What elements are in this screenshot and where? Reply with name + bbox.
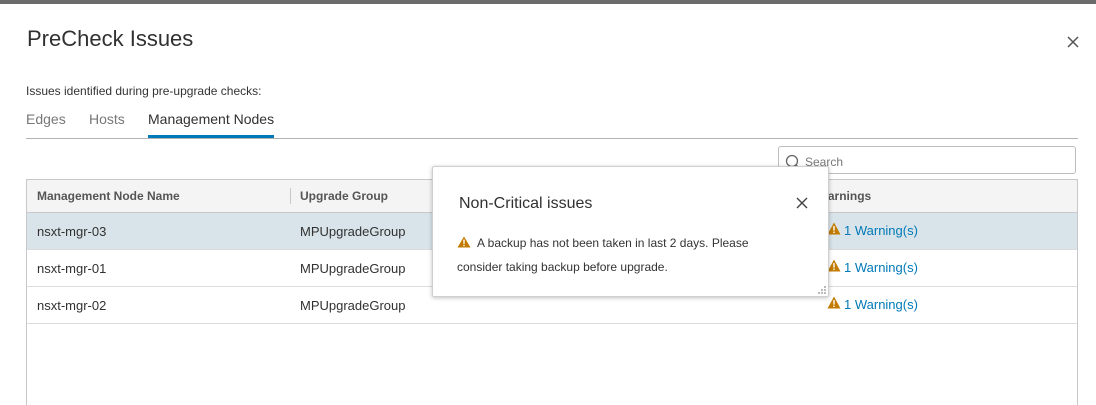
- search-input[interactable]: [803, 151, 1067, 173]
- column-header-upgrade-group[interactable]: Upgrade Group: [300, 189, 388, 203]
- tab-edges[interactable]: Edges: [26, 111, 66, 138]
- non-critical-issues-popover: Non-Critical issues A backup has not bee…: [432, 166, 829, 297]
- upgrade-group-cell: MPUpgradeGroup: [300, 261, 406, 276]
- upgrade-group-cell: MPUpgradeGroup: [300, 298, 406, 313]
- tab-bar: Edges Hosts Management Nodes: [26, 108, 1078, 139]
- warnings-link[interactable]: 1 Warning(s): [827, 259, 918, 275]
- node-name-cell: nsxt-mgr-02: [37, 298, 107, 313]
- close-popover-button[interactable]: [794, 195, 810, 211]
- resize-handle-icon[interactable]: [817, 285, 827, 295]
- popover-message-text: A backup has not been taken in last 2 da…: [457, 236, 749, 274]
- warnings-link[interactable]: 1 Warning(s): [827, 222, 918, 238]
- node-name-cell: nsxt-mgr-03: [37, 224, 107, 239]
- warning-icon: [827, 259, 841, 272]
- column-header-node-name[interactable]: Management Node Name: [37, 189, 180, 203]
- warnings-link-label: 1 Warning(s): [844, 297, 918, 312]
- tab-hosts[interactable]: Hosts: [89, 111, 125, 138]
- warnings-link[interactable]: 1 Warning(s): [827, 296, 918, 312]
- close-icon: [796, 197, 808, 209]
- upgrade-group-cell: MPUpgradeGroup: [300, 224, 406, 239]
- popover-title: Non-Critical issues: [459, 195, 593, 212]
- close-icon: [1067, 36, 1079, 48]
- tab-management-nodes[interactable]: Management Nodes: [148, 111, 275, 138]
- column-separator: [290, 188, 291, 204]
- dialog-title: PreCheck Issues: [27, 26, 194, 51]
- warnings-link-label: 1 Warning(s): [844, 260, 918, 275]
- popover-message: A backup has not been taken in last 2 da…: [457, 231, 797, 279]
- node-name-cell: nsxt-mgr-01: [37, 261, 107, 276]
- warning-icon: [827, 296, 841, 309]
- warning-icon: [827, 222, 841, 235]
- warnings-link-label: 1 Warning(s): [844, 223, 918, 238]
- close-dialog-button[interactable]: [1063, 32, 1083, 52]
- warning-icon: [457, 236, 471, 248]
- dialog-subtitle: Issues identified during pre-upgrade che…: [26, 84, 262, 98]
